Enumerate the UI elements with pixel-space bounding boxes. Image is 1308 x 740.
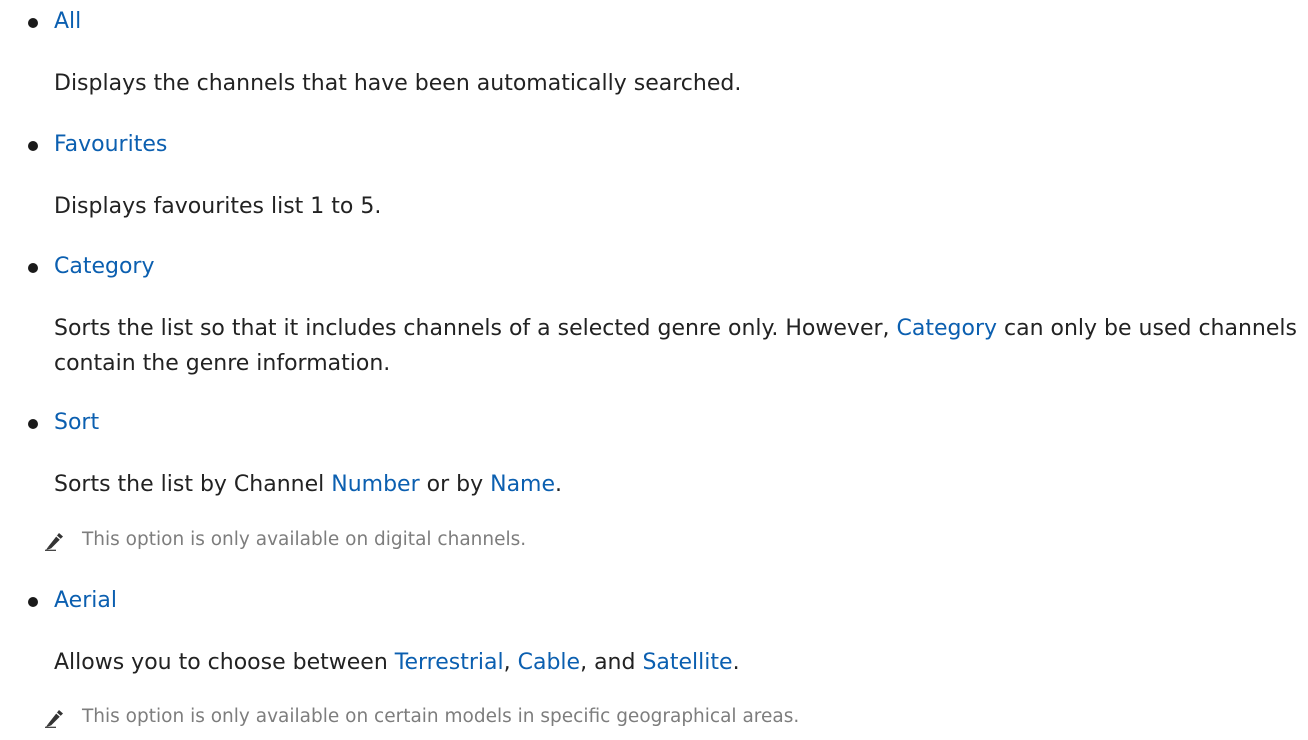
bullet-point [28, 263, 38, 273]
bullet-point [28, 18, 38, 28]
bullet-point [28, 419, 38, 429]
note-text: This option is only available on certain… [82, 706, 800, 727]
description-text: . [555, 472, 563, 497]
satellite-link: Satellite [642, 650, 733, 675]
option-title-aerial: Aerial [54, 588, 117, 613]
option-description-aerial: Allows you to choose between Terrestrial… [54, 645, 1304, 680]
option-description-sort: Sorts the list by Channel Number or by N… [54, 467, 1304, 502]
option-title-favourites: Favourites [54, 132, 168, 157]
pencil-icon [42, 529, 72, 551]
option-title-all: All [54, 9, 82, 34]
description-text: Sorts the list by Channel [54, 472, 332, 497]
category-link: Category [896, 316, 998, 341]
option-description-favourites: Displays favourites list 1 to 5. [54, 194, 382, 219]
bullet-point [28, 597, 38, 607]
name-link: Name [490, 472, 556, 497]
note-sort: This option is only available on digital… [42, 528, 526, 552]
description-text: or by [419, 472, 491, 497]
description-text: Allows you to choose between [54, 650, 395, 675]
bullet-point [28, 141, 38, 151]
description-text: . [732, 650, 740, 675]
terrestrial-link: Terrestrial [394, 650, 504, 675]
description-text: Sorts the list so that it includes chann… [54, 316, 897, 341]
note-aerial: This option is only available on certain… [42, 705, 799, 729]
pencil-icon [42, 706, 72, 728]
option-title-sort: Sort [54, 410, 100, 435]
note-text: This option is only available on digital… [82, 529, 527, 550]
option-title-category: Category [54, 254, 155, 279]
description-text: , and [580, 650, 643, 675]
option-description-all: Displays the channels that have been aut… [54, 71, 742, 96]
description-text: , [503, 650, 518, 675]
manual-page: All Displays the channels that have been… [0, 0, 1308, 740]
option-description-category: Sorts the list so that it includes chann… [54, 311, 1304, 381]
cable-link: Cable [517, 650, 581, 675]
number-link: Number [331, 472, 420, 497]
